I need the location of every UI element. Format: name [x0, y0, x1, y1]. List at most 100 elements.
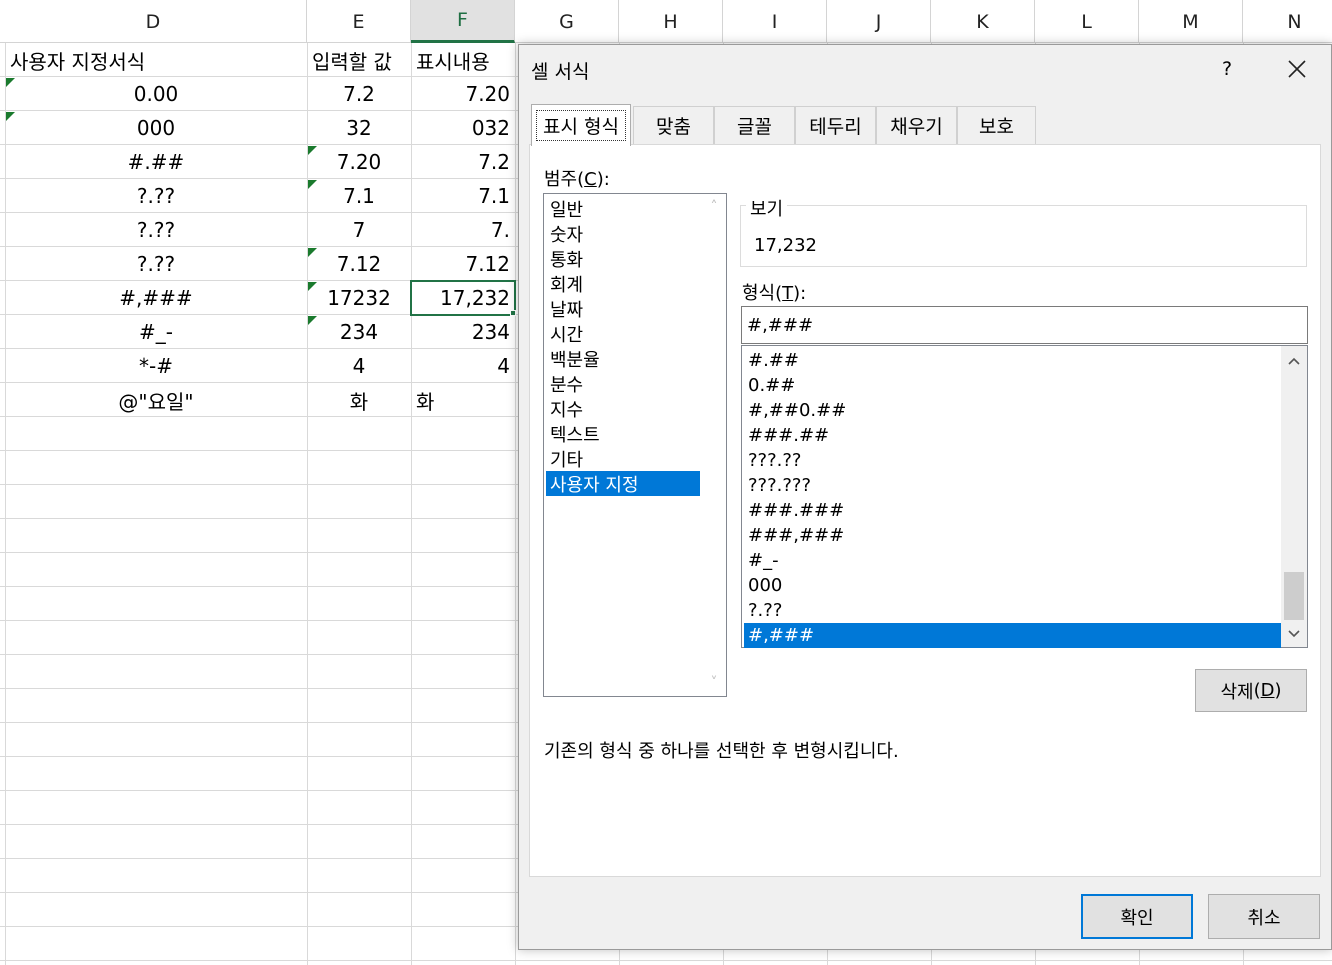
display-cell[interactable]: 화 [411, 383, 515, 417]
category-item[interactable]: 숫자 [546, 221, 700, 246]
format-list[interactable]: #.## 0.## #,##0.## ###.## ???.?? ???.???… [741, 345, 1308, 648]
input-cell[interactable]: 7 [307, 213, 411, 247]
format-item[interactable]: ???.??? [744, 473, 1281, 498]
format-cell[interactable]: 000 [5, 111, 307, 145]
format-cells-dialog: 셀 서식 ? 표시 형식 맞춤 글꼴 테두리 채우기 보호 범주(C): 일반 … [518, 44, 1332, 950]
input-cell[interactable]: 32 [307, 111, 411, 145]
format-item[interactable]: ?.?? [744, 598, 1281, 623]
format-scrollbar-thumb[interactable] [1284, 572, 1304, 620]
input-cell[interactable]: 7.12 [307, 247, 411, 281]
close-button[interactable] [1277, 51, 1317, 87]
scroll-up-icon[interactable] [1281, 350, 1307, 372]
input-cell[interactable]: 7.1 [307, 179, 411, 213]
category-item[interactable]: 백분율 [546, 346, 700, 371]
category-item[interactable]: 기타 [546, 446, 700, 471]
category-item-selected[interactable]: 사용자 지정 [546, 471, 700, 496]
format-input[interactable]: #,### [741, 306, 1308, 344]
category-scrollbar[interactable]: ˄ ˅ [702, 194, 726, 696]
display-cell[interactable]: 032 [411, 111, 515, 145]
help-button[interactable]: ? [1215, 53, 1239, 85]
format-item-selected[interactable]: #,### [744, 623, 1281, 648]
column-header-g[interactable]: G [515, 0, 619, 43]
header-cell-display[interactable]: 표시내용 [411, 43, 515, 77]
input-cell[interactable]: 7.2 [307, 77, 411, 111]
format-item[interactable]: #_- [744, 548, 1281, 573]
column-header-d[interactable]: D [0, 0, 307, 43]
display-cell[interactable]: 7.12 [411, 247, 515, 281]
format-item[interactable]: ???.?? [744, 448, 1281, 473]
tab-number-label: 표시 형식 [536, 110, 626, 141]
format-item[interactable]: 000 [744, 573, 1281, 598]
category-item[interactable]: 분수 [546, 371, 700, 396]
ok-button[interactable]: 확인 [1081, 894, 1193, 939]
format-cell[interactable]: #.## [5, 145, 307, 179]
column-header-m[interactable]: M [1139, 0, 1243, 43]
error-indicator-icon [308, 316, 317, 325]
format-cell[interactable]: ?.?? [5, 213, 307, 247]
input-cell[interactable]: 17232 [307, 281, 411, 315]
category-item[interactable]: 텍스트 [546, 421, 700, 446]
tab-protection-label: 보호 [979, 116, 1014, 138]
format-item[interactable]: 0.## [744, 373, 1281, 398]
display-cell[interactable]: 7.1 [411, 179, 515, 213]
category-item[interactable]: 지수 [546, 396, 700, 421]
column-header-i[interactable]: I [723, 0, 827, 43]
category-item[interactable]: 통화 [546, 246, 700, 271]
category-list[interactable]: 일반 숫자 통화 회계 날짜 시간 백분율 분수 지수 텍스트 기타 사용자 지… [543, 193, 727, 697]
category-item[interactable]: 일반 [546, 196, 700, 221]
tab-border-label: 테두리 [809, 116, 862, 138]
display-cell[interactable]: 7.20 [411, 77, 515, 111]
column-header-f[interactable]: F [411, 0, 515, 43]
column-header-l[interactable]: L [1035, 0, 1139, 43]
tab-alignment[interactable]: 맞춤 [633, 106, 714, 144]
header-cell-format[interactable]: 사용자 지정서식 [5, 43, 307, 77]
format-item[interactable]: ###.## [744, 423, 1281, 448]
format-item[interactable]: #.## [744, 348, 1281, 373]
format-cell[interactable]: *-# [5, 349, 307, 383]
column-header-n[interactable]: N [1243, 0, 1332, 43]
tab-protection[interactable]: 보호 [957, 106, 1036, 144]
column-header-h[interactable]: H [619, 0, 723, 43]
column-header-e[interactable]: E [307, 0, 411, 43]
input-cell[interactable]: 7.20 [307, 145, 411, 179]
format-cell[interactable]: ?.?? [5, 179, 307, 213]
tab-number[interactable]: 표시 형식 [531, 104, 631, 146]
fill-handle[interactable] [510, 310, 516, 316]
close-icon [1288, 60, 1306, 78]
preview-group [740, 205, 1307, 267]
scroll-down-icon[interactable]: ˅ [702, 672, 726, 694]
format-cell[interactable]: 0.00 [5, 77, 307, 111]
scroll-up-icon[interactable]: ˄ [702, 196, 726, 218]
input-cell[interactable]: 4 [307, 349, 411, 383]
format-scrollbar[interactable] [1281, 346, 1307, 647]
error-indicator-icon [6, 78, 15, 87]
tab-border[interactable]: 테두리 [795, 106, 876, 144]
category-item[interactable]: 회계 [546, 271, 700, 296]
input-cell[interactable]: 234 [307, 315, 411, 349]
error-indicator-icon [308, 146, 317, 155]
column-header-k[interactable]: K [931, 0, 1035, 43]
format-item[interactable]: ###.### [744, 498, 1281, 523]
tab-fill-label: 채우기 [890, 116, 943, 138]
format-cell[interactable]: #,### [5, 281, 307, 315]
category-item[interactable]: 날짜 [546, 296, 700, 321]
cancel-button[interactable]: 취소 [1208, 894, 1320, 939]
column-header-j[interactable]: J [827, 0, 931, 43]
input-cell[interactable]: 화 [307, 383, 411, 417]
display-cell[interactable]: 7. [411, 213, 515, 247]
display-cell[interactable]: 234 [411, 315, 515, 349]
format-item[interactable]: ###,### [744, 523, 1281, 548]
scroll-down-icon[interactable] [1281, 623, 1307, 645]
error-indicator-icon [308, 282, 317, 291]
category-item[interactable]: 시간 [546, 321, 700, 346]
display-cell[interactable]: 4 [411, 349, 515, 383]
format-item[interactable]: #,##0.## [744, 398, 1281, 423]
display-cell[interactable]: 7.2 [411, 145, 515, 179]
format-cell[interactable]: @"요일" [5, 383, 307, 417]
format-cell[interactable]: ?.?? [5, 247, 307, 281]
delete-button[interactable]: 삭제(D) [1195, 669, 1307, 712]
header-cell-input[interactable]: 입력할 값 [307, 43, 411, 77]
tab-font[interactable]: 글꼴 [714, 106, 795, 144]
format-cell[interactable]: #_- [5, 315, 307, 349]
tab-fill[interactable]: 채우기 [876, 106, 957, 144]
